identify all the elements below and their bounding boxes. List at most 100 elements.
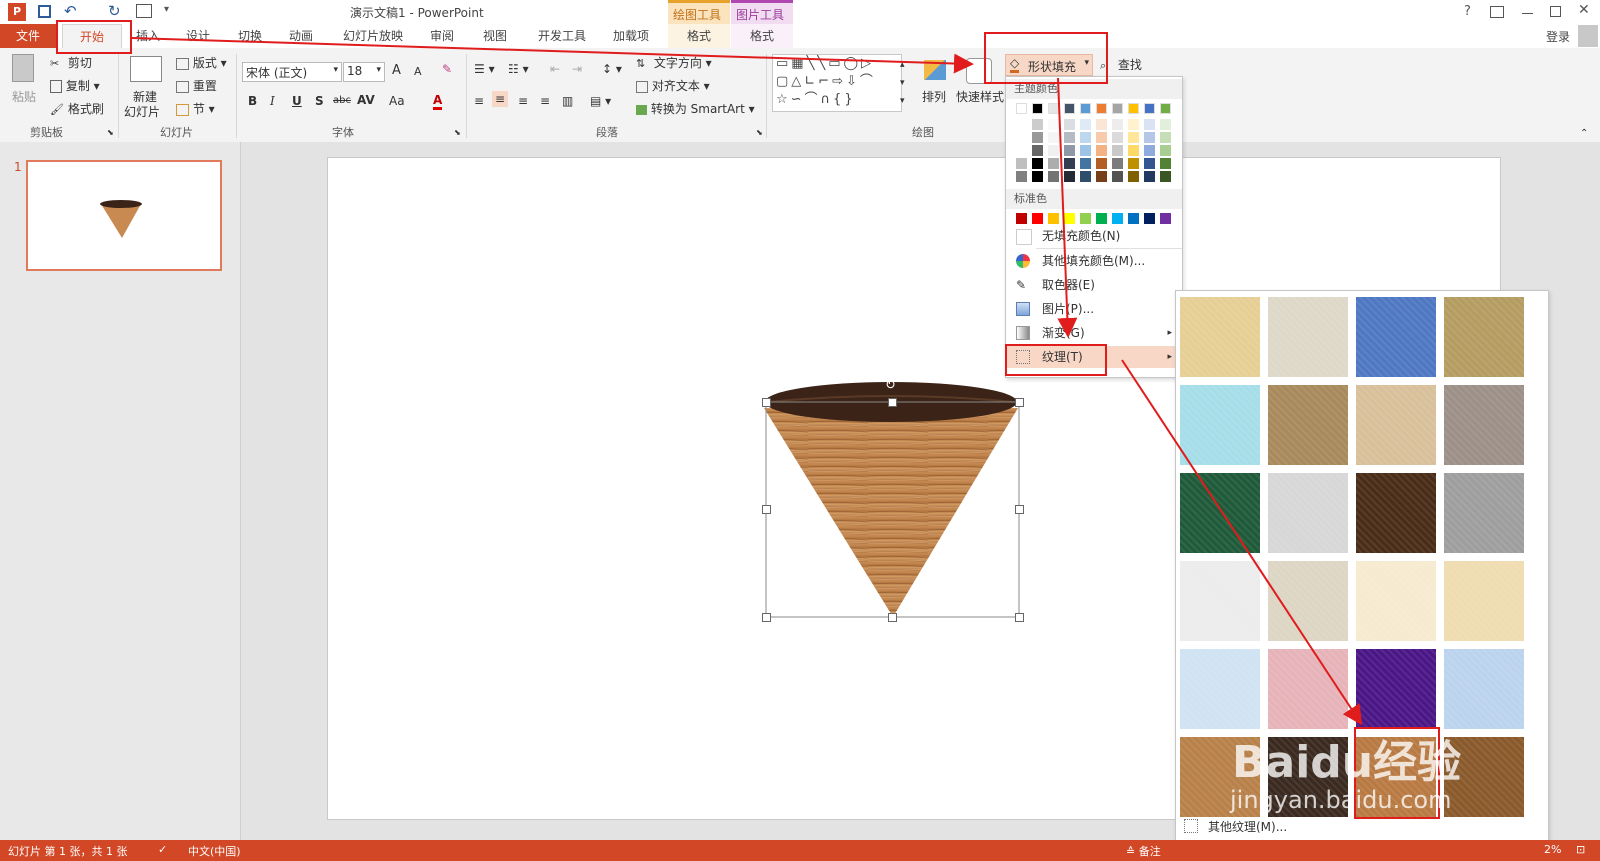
picture-fill-item[interactable]: 图片(P)...	[1006, 298, 1182, 320]
decrease-indent-button[interactable]: ⇤	[550, 62, 560, 76]
numbering-button[interactable]: ☷ ▾	[508, 62, 529, 76]
color-swatch[interactable]	[1032, 103, 1043, 114]
color-swatch[interactable]	[1016, 103, 1027, 114]
align-text-button[interactable]: 对齐文本 ▾	[636, 77, 710, 94]
color-swatch[interactable]	[1144, 145, 1155, 156]
color-swatch[interactable]	[1080, 103, 1091, 114]
color-swatch[interactable]	[1048, 158, 1059, 169]
resize-handle[interactable]	[1015, 398, 1024, 407]
resize-handle[interactable]	[762, 505, 771, 514]
color-swatch[interactable]	[1160, 103, 1171, 114]
change-case-button[interactable]: Aa	[389, 94, 405, 108]
texture-swatch[interactable]	[1444, 649, 1524, 729]
color-swatch[interactable]	[1080, 119, 1091, 130]
align-center-button[interactable]: ≡	[492, 91, 509, 107]
texture-swatch[interactable]	[1444, 385, 1524, 465]
standard-color-swatch[interactable]	[1048, 213, 1059, 224]
no-fill-item[interactable]: 无填充颜色(N)	[1006, 225, 1182, 247]
resize-handle[interactable]	[888, 398, 897, 407]
clipboard-launcher-icon[interactable]: ⬊	[107, 128, 114, 137]
color-swatch[interactable]	[1048, 132, 1059, 143]
color-swatch[interactable]	[1144, 103, 1155, 114]
color-swatch[interactable]	[1032, 171, 1043, 182]
shapes-gallery[interactable]: ▭▦╲╲▭◯▷ ▢△∟⌐⇨⇩⌒ ☆∽⌒∩{}	[772, 54, 902, 112]
spellcheck-icon[interactable]: ✓	[158, 843, 167, 856]
more-fill-colors-item[interactable]: 其他填充颜色(M)...	[1006, 250, 1182, 272]
eyedropper-item[interactable]: ✎ 取色器(E)	[1006, 274, 1182, 296]
color-swatch[interactable]	[1128, 171, 1139, 182]
texture-swatch[interactable]	[1268, 649, 1348, 729]
zoom-level[interactable]: 2%	[1544, 843, 1561, 856]
texture-swatch[interactable]	[1268, 385, 1348, 465]
tab-developer[interactable]: 开发工具	[532, 24, 592, 48]
color-swatch[interactable]	[1112, 158, 1123, 169]
tab-animations[interactable]: 动画	[279, 24, 323, 48]
redo-icon[interactable]: ↻	[108, 2, 121, 20]
resize-handle[interactable]	[888, 613, 897, 622]
resize-handle[interactable]	[1015, 613, 1024, 622]
color-swatch[interactable]	[1144, 119, 1155, 130]
color-swatch[interactable]	[1144, 171, 1155, 182]
bullets-button[interactable]: ☰ ▾	[474, 62, 495, 76]
color-swatch[interactable]	[1064, 158, 1075, 169]
tab-slideshow[interactable]: 幻灯片放映	[333, 24, 413, 48]
paste-icon[interactable]	[12, 54, 34, 82]
color-swatch[interactable]	[1112, 171, 1123, 182]
color-swatch[interactable]	[1112, 145, 1123, 156]
standard-color-swatch[interactable]	[1112, 213, 1123, 224]
color-swatch[interactable]	[1048, 171, 1059, 182]
texture-swatch[interactable]	[1444, 561, 1524, 641]
standard-color-swatch[interactable]	[1144, 213, 1155, 224]
color-swatch[interactable]	[1160, 119, 1171, 130]
color-swatch[interactable]	[1128, 132, 1139, 143]
texture-swatch[interactable]	[1180, 385, 1260, 465]
color-swatch[interactable]	[1016, 158, 1027, 169]
smartart-button[interactable]: 转换为 SmartArt ▾	[636, 100, 755, 117]
ribbon-display-icon[interactable]	[1490, 6, 1504, 18]
distribute-button[interactable]: ▥	[562, 94, 573, 108]
font-size-combobox[interactable]: 18 ▾	[343, 62, 385, 82]
font-color-button[interactable]: A	[433, 93, 443, 110]
standard-color-swatch[interactable]	[1096, 213, 1107, 224]
color-swatch[interactable]	[1016, 145, 1027, 156]
color-swatch[interactable]	[1064, 132, 1075, 143]
texture-swatch[interactable]	[1268, 473, 1348, 553]
restore-icon[interactable]	[1550, 6, 1561, 17]
color-swatch[interactable]	[1048, 103, 1059, 114]
fit-to-window-icon[interactable]: ⊡	[1576, 843, 1585, 856]
color-swatch[interactable]	[1064, 103, 1075, 114]
help-icon[interactable]: ?	[1464, 4, 1471, 19]
color-swatch[interactable]	[1160, 158, 1171, 169]
collapse-ribbon-icon[interactable]: ⌃	[1580, 128, 1588, 139]
texture-swatch[interactable]	[1356, 473, 1436, 553]
slide-thumbnail[interactable]	[26, 160, 222, 271]
columns-button[interactable]: ▤ ▾	[590, 94, 611, 108]
color-swatch[interactable]	[1080, 145, 1091, 156]
color-swatch[interactable]	[1128, 145, 1139, 156]
text-direction-button[interactable]: ⇅ 文字方向 ▾	[636, 54, 712, 71]
color-swatch[interactable]	[1128, 103, 1139, 114]
arrange-button[interactable]: 排列	[922, 88, 946, 105]
strikethrough-button[interactable]: abc	[333, 95, 351, 106]
justify-button[interactable]: ≡	[540, 94, 550, 108]
font-launcher-icon[interactable]: ⬊	[454, 128, 461, 137]
paragraph-launcher-icon[interactable]: ⬊	[756, 128, 763, 137]
paste-button[interactable]: 粘贴	[12, 88, 36, 105]
resize-handle[interactable]	[762, 398, 771, 407]
copy-button[interactable]: 复制 ▾	[50, 77, 100, 94]
save-icon[interactable]	[38, 5, 51, 18]
notes-button[interactable]: ≙ 备注	[1126, 843, 1161, 859]
color-swatch[interactable]	[1064, 145, 1075, 156]
underline-button[interactable]: U	[292, 94, 302, 108]
color-swatch[interactable]	[1160, 132, 1171, 143]
color-swatch[interactable]	[1080, 171, 1091, 182]
new-slide-icon[interactable]	[130, 56, 162, 82]
color-swatch[interactable]	[1080, 132, 1091, 143]
line-spacing-button[interactable]: ↕ ▾	[602, 62, 622, 76]
texture-swatch[interactable]	[1180, 473, 1260, 553]
tab-addins[interactable]: 加载项	[606, 24, 656, 48]
resize-handle[interactable]	[762, 613, 771, 622]
texture-swatch[interactable]	[1356, 297, 1436, 377]
minimize-icon[interactable]	[1522, 13, 1533, 14]
rotate-handle-icon[interactable]: ↻	[885, 378, 896, 393]
